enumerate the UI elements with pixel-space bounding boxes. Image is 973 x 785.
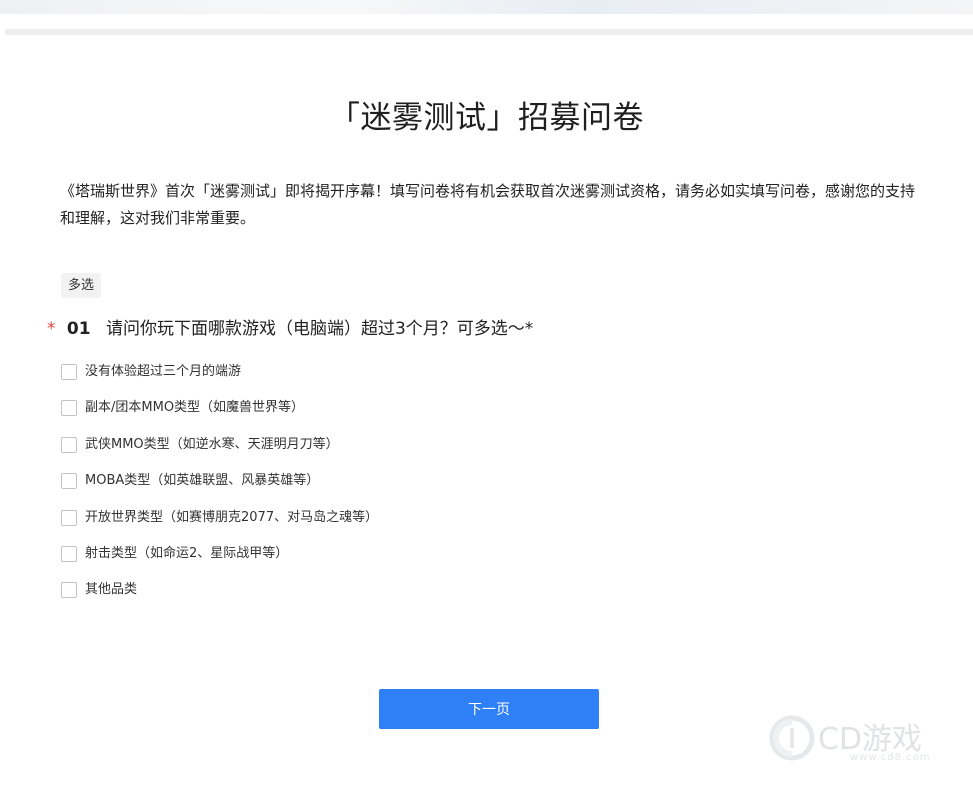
- checkbox[interactable]: [61, 473, 77, 490]
- checkbox[interactable]: [61, 509, 77, 526]
- option-other[interactable]: 其他品类: [61, 579, 378, 615]
- checkbox[interactable]: [61, 545, 77, 562]
- option-label: MOBA类型（如英雄联盟、风暴英雄等）: [85, 473, 320, 489]
- question-title: * 01 请问你玩下面哪款游戏（电脑端）超过3个月？可多选～*: [47, 314, 533, 339]
- question-number: 01: [66, 319, 91, 339]
- checkbox[interactable]: [61, 436, 77, 453]
- option-label: 开放世界类型（如赛博朋克2077、对马岛之魂等）: [85, 509, 379, 525]
- next-page-button[interactable]: 下一页: [379, 689, 599, 729]
- survey-intro: 《塔瑞斯世界》首次「迷雾测试」即将揭开序幕！填写问卷将有机会获取首次迷雾测试资格…: [60, 182, 916, 227]
- option-shooter[interactable]: 射击类型（如命运2、星际战甲等）: [61, 543, 378, 579]
- checkbox[interactable]: [61, 364, 77, 380]
- option-label: 副本/团本MMO类型（如魔兽世界等）: [85, 400, 305, 416]
- cd-logo-icon: [769, 715, 815, 761]
- checkbox[interactable]: [61, 582, 77, 599]
- survey-title: 「迷雾测试」招募问卷: [329, 100, 644, 136]
- option-moba[interactable]: MOBA类型（如英雄联盟、风暴英雄等）: [61, 470, 378, 506]
- option-no-pc-game[interactable]: 没有体验超过三个月的端游: [61, 361, 378, 397]
- option-label: 没有体验超过三个月的端游: [85, 364, 242, 379]
- question-type-badge: 多选: [61, 273, 102, 298]
- question-text: 请问你玩下面哪款游戏（电脑端）超过3个月？可多选～*: [105, 319, 534, 339]
- top-divider: [5, 29, 973, 35]
- watermark-url: www.cd8.com: [850, 752, 931, 763]
- checkbox[interactable]: [61, 400, 77, 417]
- required-mark: *: [47, 319, 56, 339]
- option-label: 武侠MMO类型（如逆水寒、天涯明月刀等）: [85, 436, 339, 452]
- watermark: CD游戏 www.cd8.com: [768, 712, 958, 772]
- option-wuxia-mmo[interactable]: 武侠MMO类型（如逆水寒、天涯明月刀等）: [61, 434, 378, 470]
- top-banner: [0, 0, 973, 14]
- option-open-world[interactable]: 开放世界类型（如赛博朋克2077、对马岛之魂等）: [61, 507, 378, 543]
- option-label: 射击类型（如命运2、星际战甲等）: [85, 545, 289, 561]
- option-list: 没有体验超过三个月的端游 副本/团本MMO类型（如魔兽世界等） 武侠MMO类型（…: [61, 361, 378, 616]
- option-raid-mmo[interactable]: 副本/团本MMO类型（如魔兽世界等）: [61, 397, 378, 433]
- option-label: 其他品类: [85, 582, 138, 598]
